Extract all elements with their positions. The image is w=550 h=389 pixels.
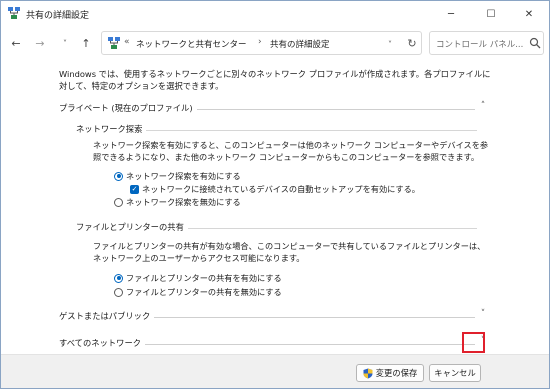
maximize-button[interactable]: ☐ <box>471 1 511 27</box>
close-button[interactable]: ✕ <box>509 1 549 27</box>
all-networks-label: すべてのネットワーク <box>59 337 146 349</box>
title-bar: 共有の詳細設定 ─ ☐ ✕ <box>1 1 549 27</box>
uac-shield-icon <box>363 368 373 378</box>
save-changes-button[interactable]: 変更の保存 <box>356 364 424 382</box>
search-icon <box>529 37 541 49</box>
minimize-button[interactable]: ─ <box>431 1 471 27</box>
file-sharing-description: ファイルとプリンターの共有が有効な場合、このコンピューターで共有しているファイル… <box>93 241 486 263</box>
settings-content: Windows では、使用するネットワークごとに別々のネットワーク プロファイル… <box>1 64 549 354</box>
private-profile-header[interactable]: プライベート (現在のプロファイル) ˄ <box>59 100 493 114</box>
window-title: 共有の詳細設定 <box>26 11 90 21</box>
all-networks-header[interactable]: すべてのネットワーク ˅ <box>59 336 493 349</box>
recent-locations-button[interactable]: ˅ <box>56 34 74 52</box>
search-input[interactable]: コントロール パネル... <box>429 31 544 55</box>
auto-setup-checkbox[interactable]: ✓ <box>130 184 139 194</box>
network-sharing-icon <box>108 37 120 49</box>
breadcrumb-network-sharing-center[interactable]: ネットワークと共有センター <box>136 38 247 50</box>
discovery-off-radio[interactable] <box>114 197 123 207</box>
file-sharing-off-radio[interactable] <box>114 287 123 297</box>
search-placeholder: コントロール パネル... <box>436 40 524 50</box>
private-profile-label: プライベート (現在のプロファイル) <box>59 102 197 114</box>
back-button[interactable]: ← <box>7 34 25 52</box>
address-overflow-icon[interactable]: « <box>124 37 130 47</box>
file-sharing-on-radio[interactable] <box>114 273 123 283</box>
breadcrumb-separator-icon[interactable]: › <box>258 37 262 47</box>
auto-setup-label: ネットワークに接続されているデバイスの自動セットアップを有効にする。 <box>142 184 420 194</box>
highlight-box <box>462 332 485 353</box>
advanced-sharing-window: 共有の詳細設定 ─ ☐ ✕ ← → ˅ ↑ « ネットワークと共有センター › … <box>0 0 550 389</box>
file-sharing-on-label: ファイルとプリンターの共有を有効にする <box>126 273 282 283</box>
discovery-on-label: ネットワーク探索を有効にする <box>126 171 241 181</box>
network-discovery-label: ネットワーク探索 <box>76 123 147 135</box>
discovery-off-label: ネットワーク探索を無効にする <box>126 197 241 207</box>
guest-public-header[interactable]: ゲストまたはパブリック ˅ <box>59 308 493 322</box>
refresh-icon[interactable]: ↻ <box>404 35 420 51</box>
file-sharing-off-option[interactable]: ファイルとプリンターの共有を無効にする <box>114 286 282 298</box>
discovery-on-radio[interactable] <box>114 171 123 181</box>
chevron-up-icon[interactable]: ˄ <box>477 100 489 112</box>
file-sharing-label: ファイルとプリンターの共有 <box>76 221 188 233</box>
forward-button[interactable]: → <box>31 34 49 52</box>
save-changes-label: 変更の保存 <box>375 368 418 378</box>
guest-public-label: ゲストまたはパブリック <box>59 310 155 322</box>
network-discovery-header: ネットワーク探索 <box>76 123 477 135</box>
auto-setup-option[interactable]: ✓ ネットワークに接続されているデバイスの自動セットアップを有効にする。 <box>130 183 420 195</box>
network-discovery-description: ネットワーク探索を有効にすると、このコンピューターは他のネットワーク コンピュー… <box>93 140 489 162</box>
chevron-down-icon[interactable]: ˅ <box>477 308 489 320</box>
file-sharing-on-option[interactable]: ファイルとプリンターの共有を有効にする <box>114 272 282 284</box>
cancel-button[interactable]: キャンセル <box>429 364 481 382</box>
intro-text: Windows では、使用するネットワークごとに別々のネットワーク プロファイル… <box>59 69 491 91</box>
discovery-on-option[interactable]: ネットワーク探索を有効にする <box>114 170 241 182</box>
network-sharing-icon <box>8 7 20 19</box>
address-bar[interactable]: « ネットワークと共有センター › 共有の詳細設定 ˅ ↻ <box>101 31 422 55</box>
address-dropdown-icon[interactable]: ˅ <box>382 36 398 52</box>
up-button[interactable]: ↑ <box>77 34 95 52</box>
file-sharing-header: ファイルとプリンターの共有 <box>76 221 477 233</box>
footer-bar: 変更の保存 キャンセル <box>1 354 549 388</box>
breadcrumb-advanced-sharing[interactable]: 共有の詳細設定 <box>270 38 330 50</box>
file-sharing-off-label: ファイルとプリンターの共有を無効にする <box>126 287 282 297</box>
discovery-off-option[interactable]: ネットワーク探索を無効にする <box>114 196 241 208</box>
